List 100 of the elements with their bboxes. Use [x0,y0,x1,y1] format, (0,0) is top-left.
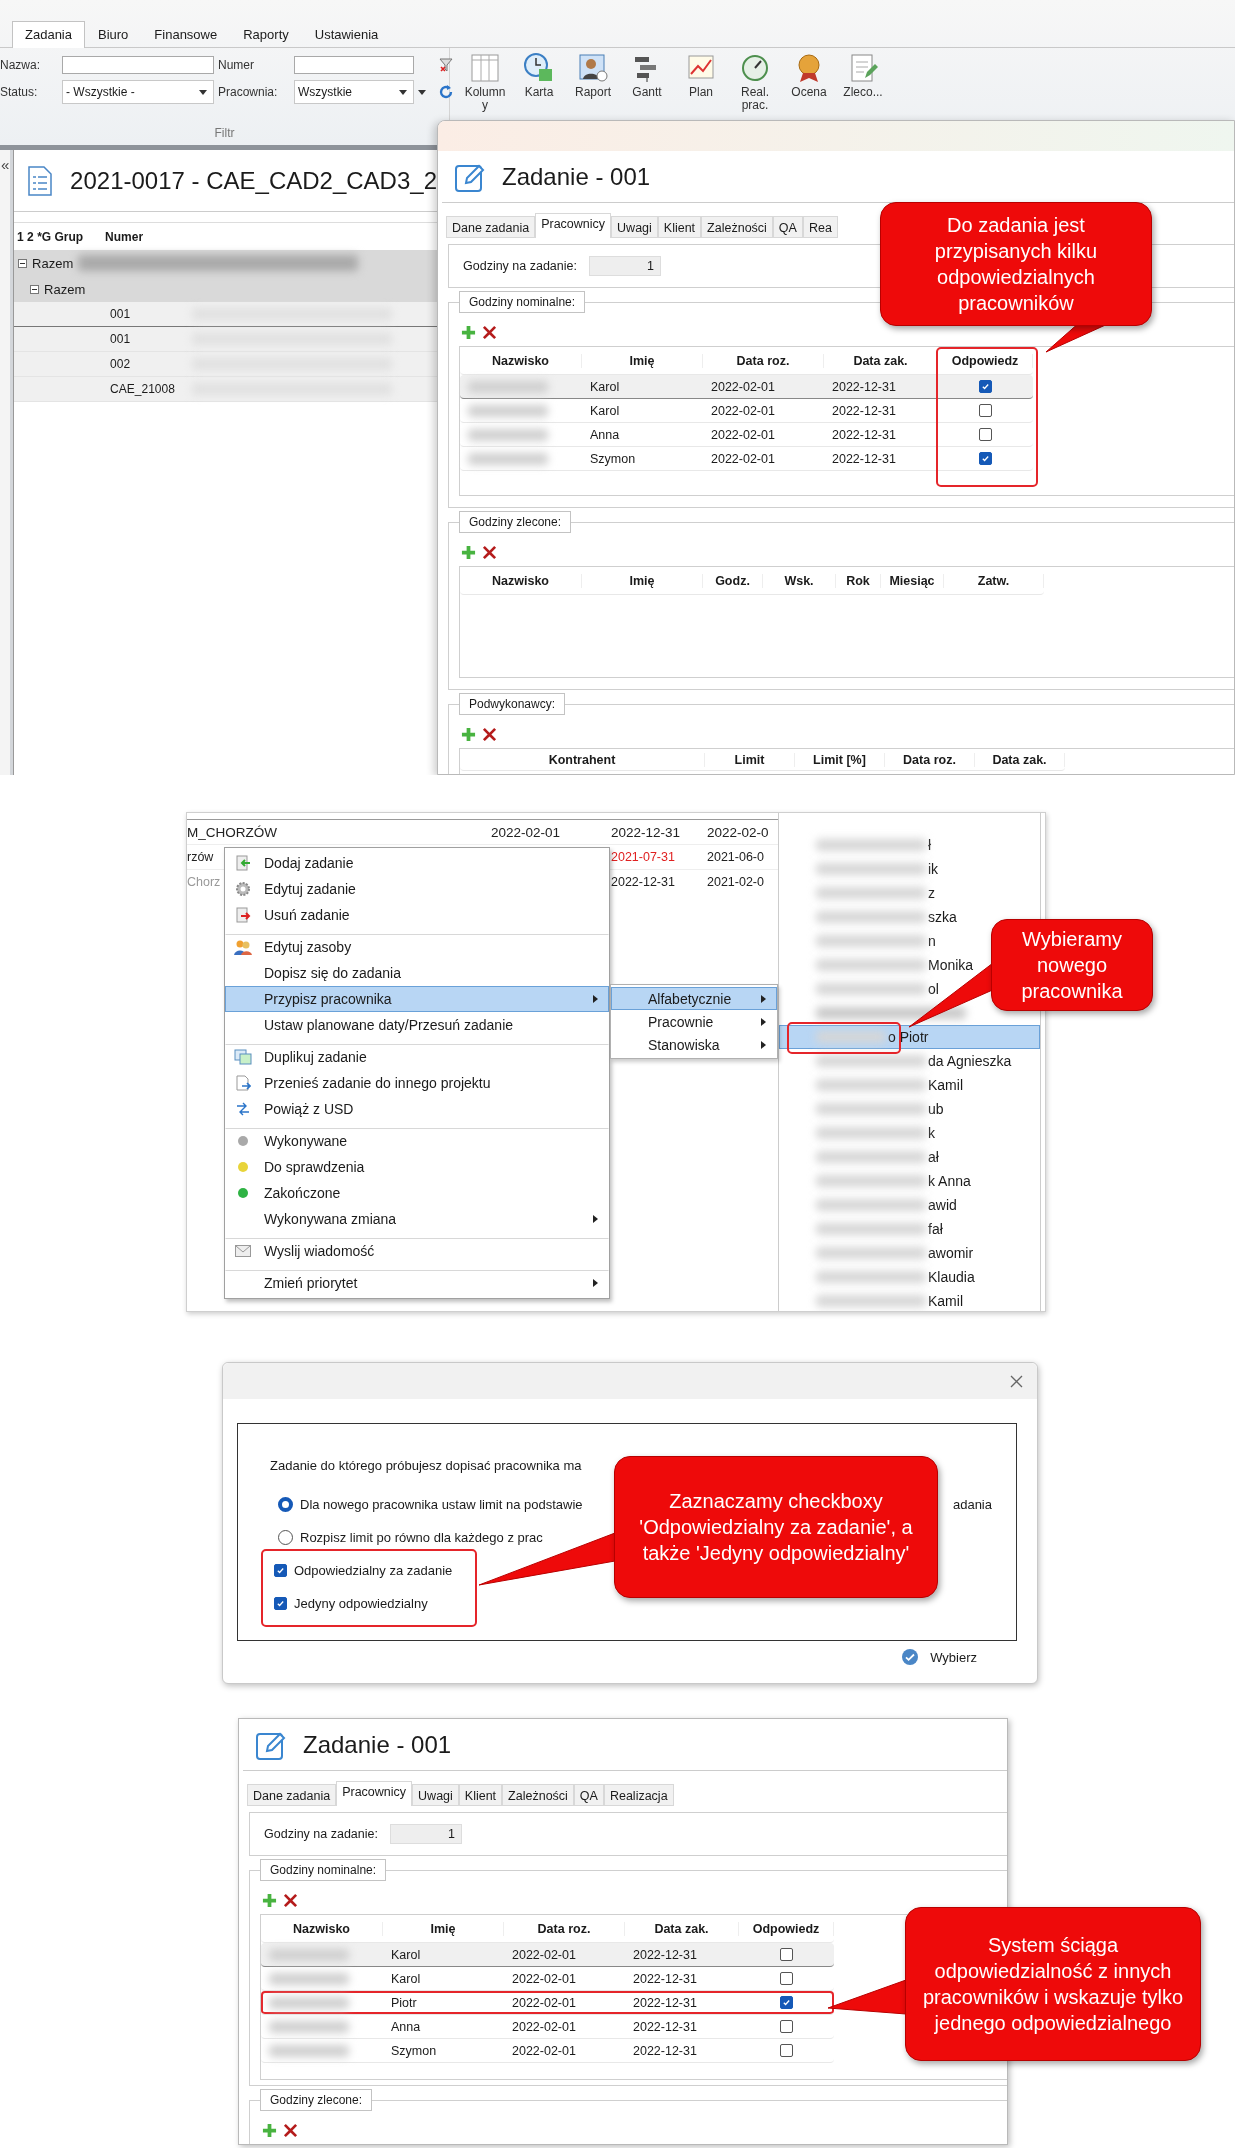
list-item[interactable]: ol [779,977,944,1001]
add-icon[interactable] [461,545,476,560]
checkbox[interactable] [780,2044,793,2057]
ribbon-button[interactable]: Kolumn y [460,52,510,112]
tab[interactable]: Dane zadania [446,216,536,238]
column-header[interactable]: Zatw. [944,573,1044,588]
list-item[interactable]: fał [779,1217,948,1241]
list-item[interactable]: k Anna [779,1169,976,1193]
column-header[interactable]: Data roz. [504,1921,625,1936]
column-header[interactable]: Kontrahent [460,752,705,767]
column-header[interactable]: Nazwisko [460,353,582,368]
list-item[interactable]: awomir [779,1241,979,1265]
collapse-button[interactable]: « [0,156,10,173]
name-field[interactable] [62,56,214,74]
ribbon-tab[interactable]: Zadania [12,21,85,48]
column-header[interactable]: Odpowiedz [938,353,1033,368]
ribbon-button[interactable]: Karta [514,52,564,99]
delete-icon[interactable] [482,545,497,560]
column-header[interactable]: 1 2 *G Grup [14,229,103,244]
checkbox[interactable] [979,452,992,465]
menu-item[interactable]: Wykonywane [225,1128,609,1154]
refresh-icon[interactable] [438,84,454,100]
radio-button[interactable] [278,1530,293,1545]
list-item[interactable]: Klaudia [779,1265,980,1289]
list-item[interactable]: n [779,929,941,953]
list-item[interactable]: Kamil [779,1289,968,1311]
hours-field[interactable]: 1 [588,256,661,276]
list-item[interactable]: ł [779,833,937,857]
tab[interactable]: Dane zadania [247,1784,337,1806]
tab[interactable]: Zależności [701,216,773,238]
add-icon[interactable] [262,2123,277,2138]
menu-item[interactable]: Wyslij wiadomość [225,1238,609,1264]
list-item[interactable]: ik [779,857,944,881]
list-item[interactable]: Kamil [779,1073,968,1097]
clear-filter-icon[interactable] [438,57,454,73]
column-header[interactable]: Limit [705,752,795,767]
close-icon[interactable] [1010,1374,1023,1388]
select-button[interactable]: Wybierz [902,1649,977,1665]
list-item[interactable]: szka [779,905,962,929]
ribbon-tab[interactable]: Raporty [230,21,302,48]
column-header[interactable]: Imię [582,573,703,588]
delete-icon[interactable] [482,325,497,340]
delete-icon[interactable] [482,727,497,742]
list-item[interactable]: k [779,1121,940,1145]
column-header[interactable]: Nazwisko [460,573,582,588]
ribbon-button[interactable]: Zleco... [838,52,888,99]
radio-button[interactable] [278,1497,293,1512]
hours-field[interactable]: 1 [389,1824,462,1844]
list-item[interactable]: z [779,881,940,905]
menu-item[interactable]: Zakończone [225,1180,609,1206]
column-header[interactable]: Numer [102,229,183,244]
tab[interactable]: QA [772,216,803,238]
checkbox[interactable] [780,1972,793,1985]
tab[interactable]: Klient [458,1784,503,1806]
collapse-icon[interactable] [18,258,28,268]
tab[interactable]: Realizacja [603,1784,674,1806]
column-header[interactable]: Wsk. [763,573,836,588]
list-item[interactable]: da Agnieszka [779,1049,1017,1073]
menu-item[interactable]: Do sprawdzenia [225,1154,609,1180]
add-icon[interactable] [262,1893,277,1908]
column-header[interactable]: Imię [383,1921,504,1936]
checkbox[interactable] [780,2020,793,2033]
tab[interactable]: Rea [802,216,838,238]
list-item[interactable]: o Piotr [779,1025,1040,1049]
ribbon-button[interactable]: Real. prac. [730,52,780,112]
checkbox[interactable] [274,1597,287,1610]
tab[interactable]: Pracownicy [535,213,612,238]
menu-item[interactable]: Alfabetycznie [611,987,777,1010]
ribbon-tab[interactable]: Ustawienia [301,21,392,48]
column-header[interactable]: Miesiąc [881,573,944,588]
menu-item[interactable]: Zmień priorytet [225,1270,609,1296]
number-field[interactable] [294,56,414,74]
column-header[interactable]: Imię [582,353,703,368]
ribbon-tab[interactable]: Finansowe [141,21,231,48]
tab[interactable]: Zależności [502,1784,574,1806]
column-header[interactable]: Data zak. [975,752,1065,767]
menu-item[interactable]: Dodaj zadanie [225,850,609,876]
tab[interactable]: Klient [657,216,702,238]
menu-item[interactable]: Przenieś zadanie do innego projektu [225,1070,609,1096]
add-icon[interactable] [461,727,476,742]
list-item[interactable]: Monika [779,953,979,977]
menu-item[interactable]: Powiąż z USD [225,1096,609,1122]
column-header[interactable]: Data zak. [625,1921,739,1936]
workshop-select[interactable]: Wszystkie [294,80,414,104]
column-header[interactable]: Data zak. [824,353,938,368]
menu-item[interactable]: Wykonywana zmiana [225,1206,609,1232]
checkbox[interactable] [979,404,992,417]
status-select[interactable]: - Wszystkie - [62,80,214,104]
tab[interactable]: QA [573,1784,604,1806]
list-item[interactable]: awid [779,1193,962,1217]
menu-item[interactable]: Dopisz się do zadania [225,960,609,986]
checkbox[interactable] [780,1996,793,2009]
tab[interactable]: Uwagi [611,216,658,238]
ribbon-tab[interactable]: Biuro [85,21,142,48]
column-header[interactable]: Godz. [703,573,763,588]
menu-item[interactable]: Przypisz pracownika [225,986,609,1012]
ribbon-button[interactable]: Ocena [784,52,834,99]
column-header[interactable]: Odpowiedz [739,1921,834,1936]
column-header[interactable]: Nazwisko [261,1921,383,1936]
menu-item[interactable]: Duplikuj zadanie [225,1044,609,1070]
